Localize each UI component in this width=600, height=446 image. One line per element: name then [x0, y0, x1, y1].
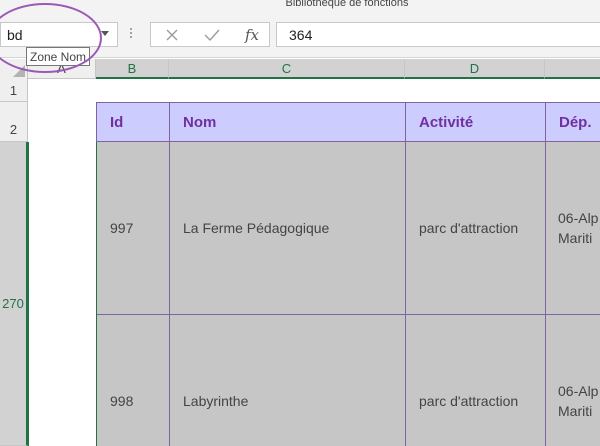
column-a-border	[28, 142, 29, 446]
cell-activite[interactable]: parc d'attraction	[419, 218, 518, 238]
formula-input[interactable]: 364	[276, 22, 600, 47]
column-header-b[interactable]: B	[96, 59, 169, 79]
row-header-1[interactable]: 1	[0, 79, 28, 102]
drag-handle-icon[interactable]	[127, 23, 135, 43]
cell-dep[interactable]: 06-Alp Mariti	[558, 381, 600, 421]
cell-activite[interactable]: parc d'attraction	[419, 391, 518, 411]
ribbon-strip: Bibliothèque de fonctions	[0, 0, 600, 14]
cell-id[interactable]: 997	[110, 218, 133, 238]
enter-button[interactable]	[197, 25, 227, 45]
cell-nom[interactable]: La Ferme Pédagogique	[183, 218, 329, 238]
table-header-activite[interactable]: Activité	[405, 103, 545, 143]
row-header-270[interactable]: 270	[0, 142, 28, 446]
table-header-nom[interactable]: Nom	[169, 103, 405, 143]
checkmark-icon	[204, 29, 220, 42]
chevron-down-icon[interactable]	[101, 31, 109, 36]
worksheet-grid[interactable]: Id Nom Activité Dép. 997 La Ferme Pédago…	[28, 79, 600, 446]
cancel-button[interactable]	[157, 25, 187, 45]
selected-range[interactable]: 997 La Ferme Pédagogique parc d'attracti…	[96, 142, 600, 446]
table-header-id[interactable]: Id	[96, 103, 169, 143]
ribbon-group-label: Bibliothèque de fonctions	[285, 0, 409, 9]
insert-function-button[interactable]: fx	[237, 25, 267, 45]
cell-nom[interactable]: Labyrinthe	[183, 391, 248, 411]
column-header-d[interactable]: D	[405, 59, 545, 79]
cell-id[interactable]: 998	[110, 391, 133, 411]
close-icon	[166, 29, 178, 41]
cell-dep[interactable]: 06-Alp Mariti	[558, 208, 600, 248]
table-row[interactable]: 997 La Ferme Pédagogique parc d'attracti…	[97, 142, 600, 315]
column-header-e[interactable]	[545, 59, 600, 79]
row-header-2[interactable]: 2	[0, 102, 28, 142]
formula-value: 364	[289, 27, 313, 43]
table-header-dep[interactable]: Dép.	[545, 103, 600, 143]
table-header-row: Id Nom Activité Dép.	[96, 102, 600, 143]
formula-buttons: fx	[150, 22, 270, 47]
column-header-c[interactable]: C	[169, 59, 405, 79]
table-row[interactable]: 998 Labyrinthe parc d'attraction 06-Alp …	[97, 315, 600, 446]
